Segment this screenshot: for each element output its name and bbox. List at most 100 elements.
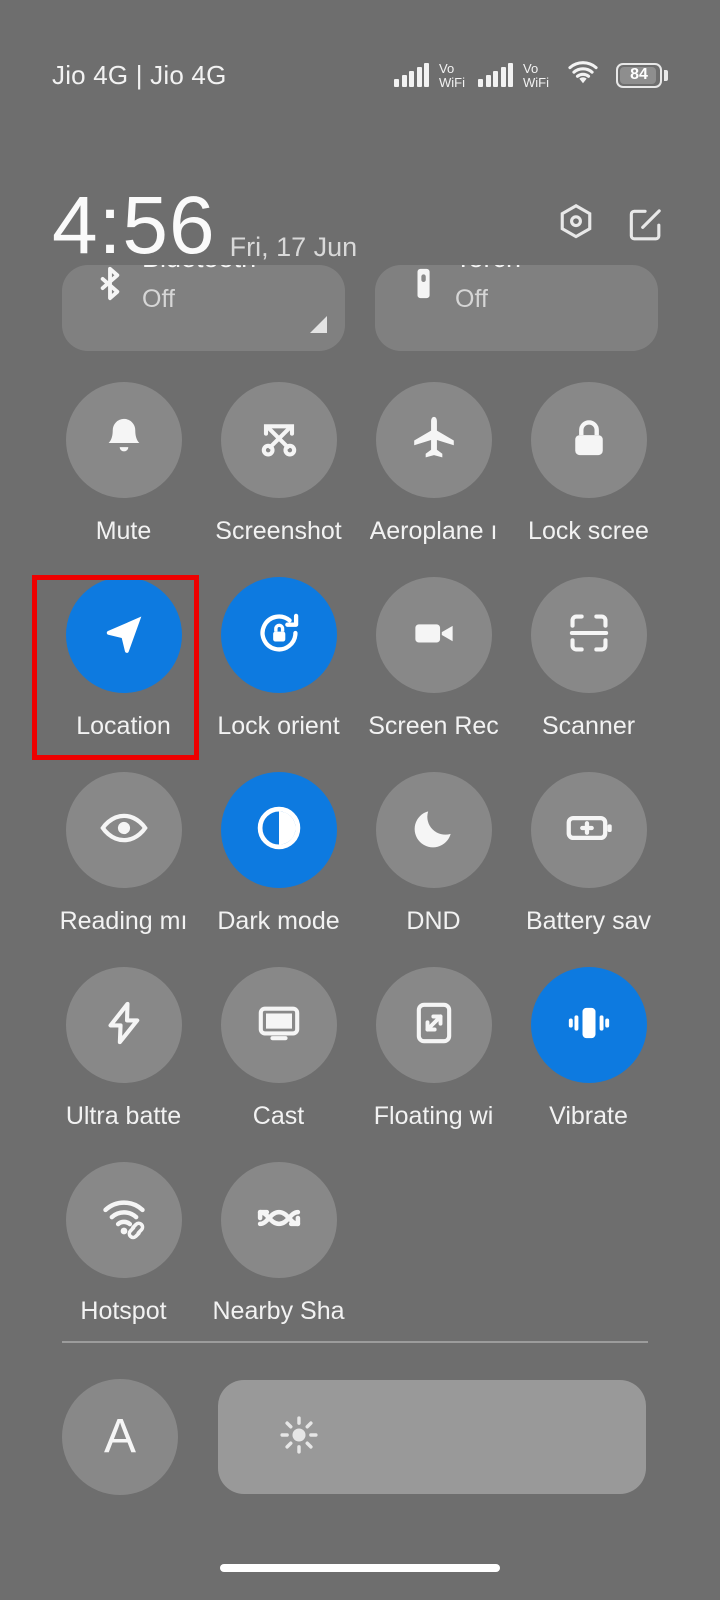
monitor-icon (253, 997, 305, 1054)
location-arrow-icon (98, 607, 150, 664)
tile-label: Floating wi (373, 1102, 494, 1130)
aeroplane-icon (407, 411, 461, 470)
signal-bars-icon (478, 63, 513, 87)
edit-pencil-icon[interactable] (624, 201, 668, 250)
vowifi-label-sim1: Vo WiFi (439, 62, 465, 89)
tile-floating-window[interactable]: Floating wi (356, 967, 511, 1162)
flashlight-icon (401, 265, 445, 324)
lock-icon (564, 413, 614, 468)
tile-lock-orientation[interactable]: Lock orient (201, 577, 356, 772)
tile-label: Cast (252, 1102, 305, 1130)
eye-icon (97, 801, 151, 860)
floating-window-icon (408, 997, 460, 1054)
tile-bubble[interactable] (65, 382, 182, 498)
tile-screenshot[interactable]: Screenshot (201, 382, 356, 577)
tile-bubble[interactable] (220, 382, 337, 498)
tile-battery-saver[interactable]: Battery sav (511, 772, 666, 967)
tile-hotspot[interactable]: Hotspot (46, 1162, 201, 1357)
tile-bubble[interactable] (65, 1162, 182, 1278)
card-bluetooth[interactable]: Bluetooth Off (62, 265, 345, 351)
tile-bubble[interactable] (530, 967, 647, 1083)
tile-aeroplane-mode[interactable]: Aeroplane ı (356, 382, 511, 577)
auto-brightness-label: A (103, 1410, 136, 1463)
carrier-label: Jio 4G | Jio 4G (52, 59, 227, 90)
tile-label: Reading mı (59, 907, 188, 935)
screenshot-scissors-icon (253, 412, 305, 469)
tile-row: Ultra batte Cast Floating wi Vibrate (46, 967, 674, 1162)
tile-nearby-share[interactable]: Nearby Sha (201, 1162, 356, 1357)
tile-vibrate[interactable]: Vibrate (511, 967, 666, 1162)
tile-bubble[interactable] (220, 577, 337, 693)
tile-label: Nearby Sha (212, 1297, 345, 1325)
tile-reading-mode[interactable]: Reading mı (46, 772, 201, 967)
tile-label: Scanner (541, 712, 636, 740)
signal-bars-icon (394, 63, 429, 87)
tile-bubble[interactable] (375, 772, 492, 888)
home-indicator[interactable] (220, 1564, 500, 1572)
clock-time: 4:56 (52, 179, 216, 271)
tile-location[interactable]: Location (46, 577, 201, 772)
tile-label: Aeroplane ı (369, 517, 498, 545)
tile-label: Hotspot (80, 1297, 167, 1325)
tile-bubble[interactable] (375, 967, 492, 1083)
card-status: Off (455, 285, 488, 313)
tile-label: Screen Rec (368, 712, 499, 740)
contrast-circle-icon (252, 801, 306, 860)
settings-hexagon-icon[interactable] (554, 201, 598, 250)
scan-frame-icon (563, 607, 615, 664)
top-card-row: Bluetooth Off Torch Off (0, 265, 720, 355)
tile-cast[interactable]: Cast (201, 967, 356, 1162)
card-title: Bluetooth (142, 265, 256, 274)
tile-lock-screen[interactable]: Lock scree (511, 382, 666, 577)
tile-bubble[interactable] (220, 772, 337, 888)
tile-scanner[interactable]: Scanner (511, 577, 666, 772)
tile-bubble[interactable] (530, 382, 647, 498)
quick-tile-grid: Mute Screenshot Aeroplane ı Lock scree L… (0, 382, 720, 1357)
vowifi-top-sim1: Vo (439, 60, 455, 76)
lightning-bolt-icon (98, 997, 150, 1054)
status-bar: Jio 4G | Jio 4G Vo WiFi Vo WiFi 84 (0, 0, 720, 150)
battery-plus-icon (562, 801, 616, 860)
card-torch[interactable]: Torch Off (375, 265, 658, 351)
tile-bubble[interactable] (65, 967, 182, 1083)
auto-brightness-icon[interactable]: A (62, 1379, 178, 1495)
tile-row: Hotspot Nearby Sha (46, 1162, 674, 1357)
vibrate-icon (563, 997, 615, 1054)
tile-label: Vibrate (549, 1102, 628, 1130)
tile-dark-mode[interactable]: Dark mode (201, 772, 356, 967)
tile-row: Mute Screenshot Aeroplane ı Lock scree (46, 382, 674, 577)
tile-bubble[interactable] (530, 577, 647, 693)
bluetooth-icon (88, 265, 132, 324)
bell-icon (98, 412, 150, 469)
tile-bubble[interactable] (220, 967, 337, 1083)
tile-bubble[interactable] (220, 1162, 337, 1278)
tile-label: Screenshot (215, 517, 342, 545)
tile-empty-slot (511, 1162, 666, 1357)
expand-corner-icon[interactable] (310, 316, 327, 333)
tile-empty-slot (356, 1162, 511, 1357)
brightness-slider[interactable] (218, 1380, 646, 1494)
hotspot-icon (97, 1191, 151, 1250)
tile-screen-recorder[interactable]: Screen Rec (356, 577, 511, 772)
tile-label: Ultra batte (65, 1102, 182, 1130)
battery-icon: 84 (616, 62, 668, 88)
clock-header: 4:56 Fri, 17 Jun (0, 178, 720, 273)
tile-bubble[interactable] (65, 772, 182, 888)
tile-label: Battery sav (525, 907, 652, 935)
card-status: Off (142, 285, 175, 313)
video-camera-icon (408, 607, 460, 664)
tile-bubble[interactable] (375, 577, 492, 693)
status-icon-group: Vo WiFi Vo WiFi 84 (394, 60, 668, 91)
vowifi-top-sim2: Vo (523, 60, 539, 76)
tile-row: Location Lock orient Screen Rec Scanner (46, 577, 674, 772)
tile-mute[interactable]: Mute (46, 382, 201, 577)
tile-bubble[interactable] (530, 772, 647, 888)
tile-dnd[interactable]: DND (356, 772, 511, 967)
tile-ultra-battery-saver[interactable]: Ultra batte (46, 967, 201, 1162)
moon-icon (409, 803, 459, 858)
quick-settings-panel: Jio 4G | Jio 4G Vo WiFi Vo WiFi 84 4:56 … (0, 0, 720, 1600)
tile-bubble[interactable] (65, 577, 182, 693)
tile-label: Mute (95, 517, 152, 545)
tile-bubble[interactable] (375, 382, 492, 498)
vowifi-bottom-sim1: WiFi (439, 74, 465, 90)
